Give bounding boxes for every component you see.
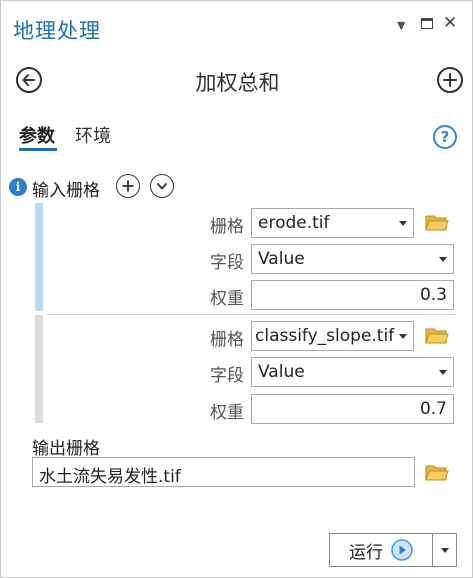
raster-select[interactable]: erode.tif bbox=[251, 208, 414, 238]
run-button[interactable]: 运行 bbox=[329, 533, 433, 567]
output-raster-label: 输出栅格 bbox=[32, 439, 100, 459]
raster-label: 栅格 bbox=[210, 330, 244, 350]
plus-icon bbox=[122, 180, 134, 192]
tab-environments[interactable]: 环境 bbox=[75, 122, 111, 148]
weight-input[interactable]: 0.7 bbox=[251, 394, 454, 424]
run-label: 运行 bbox=[349, 542, 383, 563]
title-bar: 地理处理 ▼ ✕ bbox=[1, 1, 473, 51]
chevron-down-icon bbox=[439, 257, 447, 262]
add-to-favorites-button[interactable] bbox=[437, 67, 463, 93]
tool-title: 加权总和 bbox=[195, 71, 280, 95]
add-raster-button[interactable] bbox=[116, 174, 140, 198]
chevron-down-icon bbox=[399, 221, 407, 226]
geoprocessing-pane: 地理处理 ▼ ✕ 加权总和 参数 环境 ? i 输入栅格 栅格 erode.ti… bbox=[0, 0, 473, 578]
pane-title: 地理处理 bbox=[13, 19, 101, 43]
raster-value: classify_slope.tif bbox=[255, 326, 395, 346]
raster-label: 栅格 bbox=[210, 217, 244, 237]
row-divider bbox=[47, 314, 456, 315]
folder-icon[interactable] bbox=[425, 326, 449, 344]
plus-icon bbox=[443, 73, 457, 87]
row-selection-bar[interactable] bbox=[35, 315, 43, 423]
raster-value: erode.tif bbox=[258, 213, 330, 233]
tab-parameters[interactable]: 参数 bbox=[19, 122, 55, 148]
row-selection-bar-selected[interactable] bbox=[35, 203, 43, 311]
weight-input[interactable]: 0.3 bbox=[251, 280, 454, 310]
run-options-dropdown[interactable] bbox=[433, 533, 457, 567]
field-label: 字段 bbox=[210, 253, 244, 273]
folder-icon[interactable] bbox=[425, 213, 449, 231]
expand-options-button[interactable] bbox=[150, 174, 174, 198]
weight-label: 权重 bbox=[210, 289, 244, 309]
field-label: 字段 bbox=[210, 366, 244, 386]
play-icon bbox=[391, 539, 413, 561]
maximize-icon[interactable] bbox=[421, 18, 433, 29]
chevron-down-icon bbox=[439, 370, 447, 375]
chevron-down-icon bbox=[399, 334, 407, 339]
output-raster-input[interactable]: 水土流失易发性.tif bbox=[32, 457, 415, 487]
active-tab-underline bbox=[19, 148, 57, 151]
raster-select[interactable]: classify_slope.tif bbox=[251, 321, 414, 351]
help-icon[interactable]: ? bbox=[433, 125, 457, 149]
chevron-down-icon bbox=[157, 183, 167, 190]
input-rasters-label: 输入栅格 bbox=[32, 181, 100, 201]
folder-icon[interactable] bbox=[425, 463, 449, 481]
chevron-down-icon bbox=[441, 548, 449, 553]
field-select[interactable]: Value bbox=[251, 357, 454, 387]
field-value: Value bbox=[258, 362, 305, 382]
field-value: Value bbox=[258, 249, 305, 269]
info-icon[interactable]: i bbox=[9, 178, 27, 196]
weight-label: 权重 bbox=[210, 403, 244, 423]
close-icon[interactable]: ✕ bbox=[443, 13, 457, 33]
field-select[interactable]: Value bbox=[251, 244, 454, 274]
pane-options-dropdown-icon[interactable]: ▼ bbox=[397, 19, 405, 32]
